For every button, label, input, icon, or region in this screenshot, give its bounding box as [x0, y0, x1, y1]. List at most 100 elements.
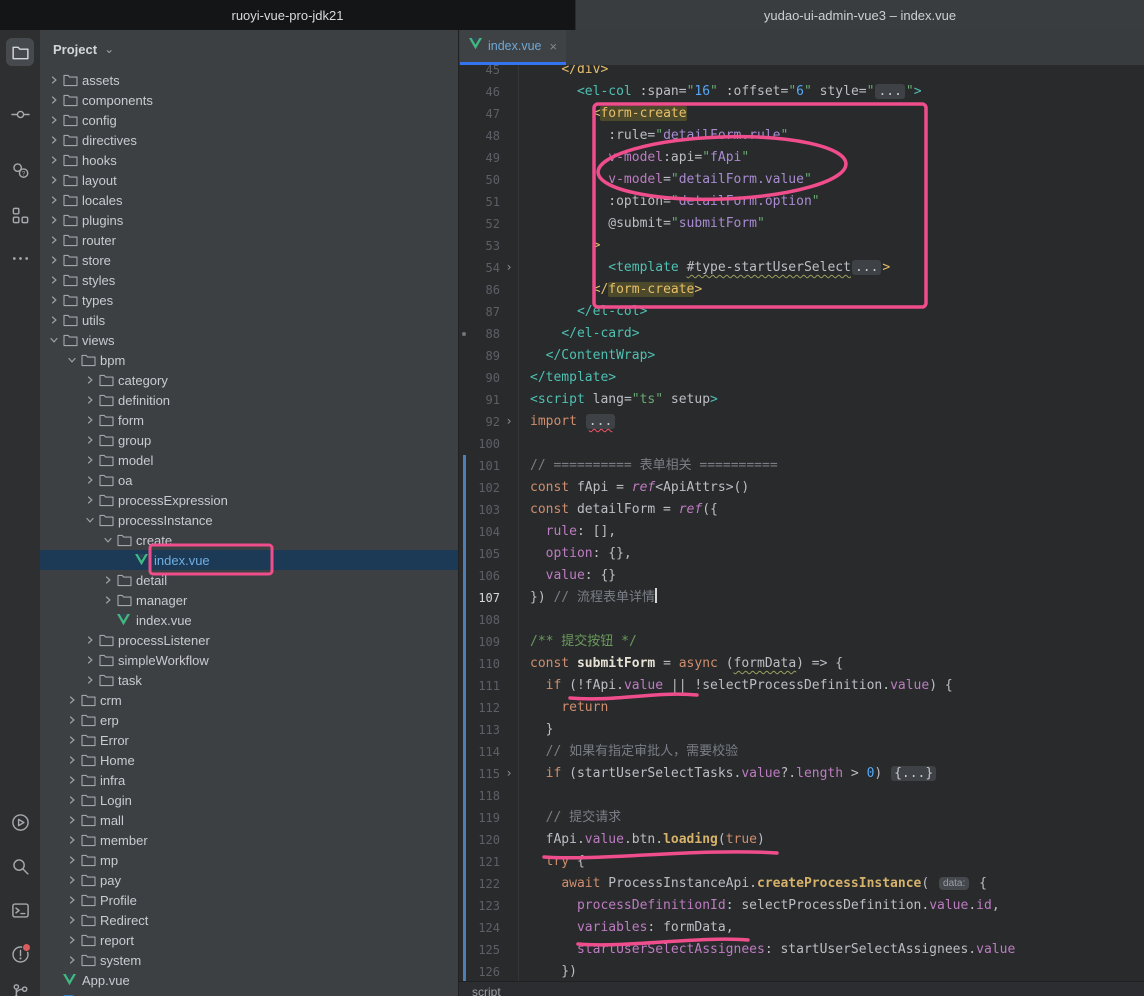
- tree-item-mall[interactable]: mall: [40, 810, 458, 830]
- problems-icon[interactable]: [6, 940, 34, 968]
- chevron-right-icon[interactable]: [63, 794, 81, 806]
- tree-item-model[interactable]: model: [40, 450, 458, 470]
- code-line-101[interactable]: 101// ========== 表单相关 ==========: [459, 455, 1144, 477]
- terminal-icon[interactable]: [6, 896, 34, 924]
- tree-item-manager[interactable]: manager: [40, 590, 458, 610]
- chevron-right-icon[interactable]: [63, 854, 81, 866]
- fold-arrow-icon[interactable]: ›: [500, 763, 518, 785]
- code-line-100[interactable]: 100: [459, 433, 1144, 455]
- code-line-88[interactable]: 88 </el-card>: [459, 323, 1144, 345]
- code-line-109[interactable]: 109/** 提交按钮 */: [459, 631, 1144, 653]
- chevron-right-icon[interactable]: [63, 874, 81, 886]
- chevron-right-icon[interactable]: [81, 414, 99, 426]
- code-line-54[interactable]: 54› <template #type-startUserSelect...>: [459, 257, 1144, 279]
- tree-item-crm[interactable]: crm: [40, 690, 458, 710]
- chevron-right-icon[interactable]: [45, 74, 63, 86]
- code-line-48[interactable]: 48 :rule="detailForm.rule": [459, 125, 1144, 147]
- chevron-right-icon[interactable]: [63, 714, 81, 726]
- chevron-right-icon[interactable]: [81, 674, 99, 686]
- chevron-down-icon[interactable]: [63, 354, 81, 366]
- fold-arrow-icon[interactable]: ›: [500, 257, 518, 279]
- tree-item-processListener[interactable]: processListener: [40, 630, 458, 650]
- code-line-90[interactable]: 90</template>: [459, 367, 1144, 389]
- chevron-right-icon[interactable]: [45, 294, 63, 306]
- tree-item-utils[interactable]: utils: [40, 310, 458, 330]
- code-line-45[interactable]: 45 </div>: [459, 65, 1144, 81]
- chevron-right-icon[interactable]: [45, 194, 63, 206]
- run-icon[interactable]: [6, 808, 34, 836]
- chevron-down-icon[interactable]: [81, 514, 99, 526]
- chevron-right-icon[interactable]: [45, 254, 63, 266]
- chevron-right-icon[interactable]: [45, 274, 63, 286]
- code-line-110[interactable]: 110const submitForm = async (formData) =…: [459, 653, 1144, 675]
- structure-icon[interactable]: [6, 201, 34, 229]
- chevron-right-icon[interactable]: [45, 174, 63, 186]
- chevron-right-icon[interactable]: [81, 654, 99, 666]
- code-line-123[interactable]: 123 processDefinitionId: selectProcessDe…: [459, 895, 1144, 917]
- code-line-111[interactable]: 111 if (!fApi.value || !selectProcessDef…: [459, 675, 1144, 697]
- code-line-112[interactable]: 112 return: [459, 697, 1144, 719]
- tree-item-detail[interactable]: detail: [40, 570, 458, 590]
- chevron-right-icon[interactable]: [81, 434, 99, 446]
- code-line-122[interactable]: 122 await ProcessInstanceApi.createProce…: [459, 873, 1144, 895]
- tree-item-plugins[interactable]: plugins: [40, 210, 458, 230]
- commit-icon[interactable]: [6, 100, 34, 128]
- code-line-50[interactable]: 50 v-model="detailForm.value": [459, 169, 1144, 191]
- project-icon[interactable]: [6, 38, 34, 66]
- tab-index-vue[interactable]: index.vue ×: [460, 30, 566, 65]
- tree-item-Profile[interactable]: Profile: [40, 890, 458, 910]
- chevron-right-icon[interactable]: [63, 914, 81, 926]
- tree-item-App.vue[interactable]: App.vue: [40, 970, 458, 990]
- chevron-right-icon[interactable]: [45, 314, 63, 326]
- code-line-115[interactable]: 115› if (startUserSelectTasks.value?.len…: [459, 763, 1144, 785]
- chevron-right-icon[interactable]: [63, 894, 81, 906]
- chevron-right-icon[interactable]: [45, 154, 63, 166]
- code-line-46[interactable]: 46 <el-col :span="16" :offset="6" style=…: [459, 81, 1144, 103]
- code-line-113[interactable]: 113 }: [459, 719, 1144, 741]
- code-line-105[interactable]: 105 option: {},: [459, 543, 1144, 565]
- tree-item-Login[interactable]: Login: [40, 790, 458, 810]
- code-line-107[interactable]: 107}) // 流程表单详情: [459, 587, 1144, 609]
- chevron-right-icon[interactable]: [63, 954, 81, 966]
- tree-item-styles[interactable]: styles: [40, 270, 458, 290]
- code-line-92[interactable]: 92›import ...: [459, 411, 1144, 433]
- git-branch-icon[interactable]: [6, 978, 34, 996]
- code-line-126[interactable]: 126 }): [459, 961, 1144, 982]
- tree-item-assets[interactable]: assets: [40, 70, 458, 90]
- pull-requests-icon[interactable]: ?: [6, 156, 34, 184]
- tree-item-Home[interactable]: Home: [40, 750, 458, 770]
- search-icon[interactable]: [6, 852, 34, 880]
- tree-item-index.vue[interactable]: index.vue: [40, 610, 458, 630]
- tree-item-index.vue[interactable]: index.vue: [40, 550, 458, 570]
- code-line-120[interactable]: 120 fApi.value.btn.loading(true): [459, 829, 1144, 851]
- tree-item-processInstance[interactable]: processInstance: [40, 510, 458, 530]
- more-icon[interactable]: [6, 244, 34, 272]
- tree-item-components[interactable]: components: [40, 90, 458, 110]
- tree-item-views[interactable]: views: [40, 330, 458, 350]
- chevron-right-icon[interactable]: [63, 694, 81, 706]
- tree-item-system[interactable]: system: [40, 950, 458, 970]
- code-line-114[interactable]: 114 // 如果有指定审批人，需要校验: [459, 741, 1144, 763]
- tree-item-clipped[interactable]: [40, 990, 458, 996]
- window-title-background[interactable]: ruoyi-vue-pro-jdk21: [0, 0, 575, 30]
- chevron-right-icon[interactable]: [45, 94, 63, 106]
- fold-arrow-icon[interactable]: ›: [500, 411, 518, 433]
- code-line-47[interactable]: 47 <form-create: [459, 103, 1144, 125]
- tree-item-Error[interactable]: Error: [40, 730, 458, 750]
- tree-item-locales[interactable]: locales: [40, 190, 458, 210]
- chevron-right-icon[interactable]: [81, 634, 99, 646]
- chevron-right-icon[interactable]: [81, 454, 99, 466]
- tree-item-oa[interactable]: oa: [40, 470, 458, 490]
- code-line-49[interactable]: 49 v-model:api="fApi": [459, 147, 1144, 169]
- chevron-right-icon[interactable]: [63, 734, 81, 746]
- code-line-125[interactable]: 125 startUserSelectAssignees: startUserS…: [459, 939, 1144, 961]
- code-line-121[interactable]: 121 try {: [459, 851, 1144, 873]
- chevron-down-icon[interactable]: [99, 534, 117, 546]
- tree-item-create[interactable]: create: [40, 530, 458, 550]
- tree-item-form[interactable]: form: [40, 410, 458, 430]
- window-title-background-active[interactable]: yudao-ui-admin-vue3 – index.vue: [575, 0, 1144, 30]
- code-line-106[interactable]: 106 value: {}: [459, 565, 1144, 587]
- tree-item-store[interactable]: store: [40, 250, 458, 270]
- tree-item-config[interactable]: config: [40, 110, 458, 130]
- chevron-right-icon[interactable]: [99, 574, 117, 586]
